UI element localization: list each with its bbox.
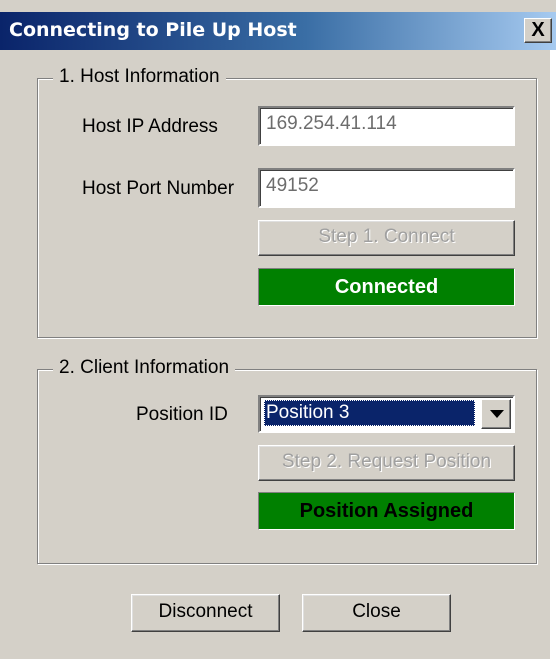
host-ip-label: Host IP Address (82, 116, 218, 137)
client-info-legend: 2. Client Information (53, 357, 236, 379)
close-icon[interactable]: X (524, 18, 552, 43)
disconnect-button[interactable]: Disconnect (131, 594, 280, 632)
position-id-select[interactable]: Position 3 (258, 395, 515, 433)
position-status-badge: Position Assigned (258, 492, 515, 530)
connection-status-badge: Connected (258, 268, 515, 306)
dialog-window: Connecting to Pile Up Host X 1. Host Inf… (0, 0, 556, 659)
host-ip-field[interactable]: 169.254.41.114 (258, 106, 515, 146)
dropdown-button[interactable] (481, 399, 511, 429)
title-bar[interactable]: Connecting to Pile Up Host X (0, 12, 556, 50)
host-port-field[interactable]: 49152 (258, 168, 515, 208)
position-id-label: Position ID (136, 404, 228, 425)
request-position-button[interactable]: Step 2. Request Position (258, 445, 515, 481)
host-info-legend: 1. Host Information (53, 66, 226, 88)
host-port-label: Host Port Number (82, 178, 235, 199)
connect-button[interactable]: Step 1. Connect (258, 220, 515, 256)
chevron-down-icon (490, 410, 504, 418)
position-id-value: Position 3 (264, 400, 475, 426)
window-edge (550, 50, 556, 659)
close-button[interactable]: Close (302, 594, 451, 632)
window-title: Connecting to Pile Up Host (9, 19, 297, 41)
